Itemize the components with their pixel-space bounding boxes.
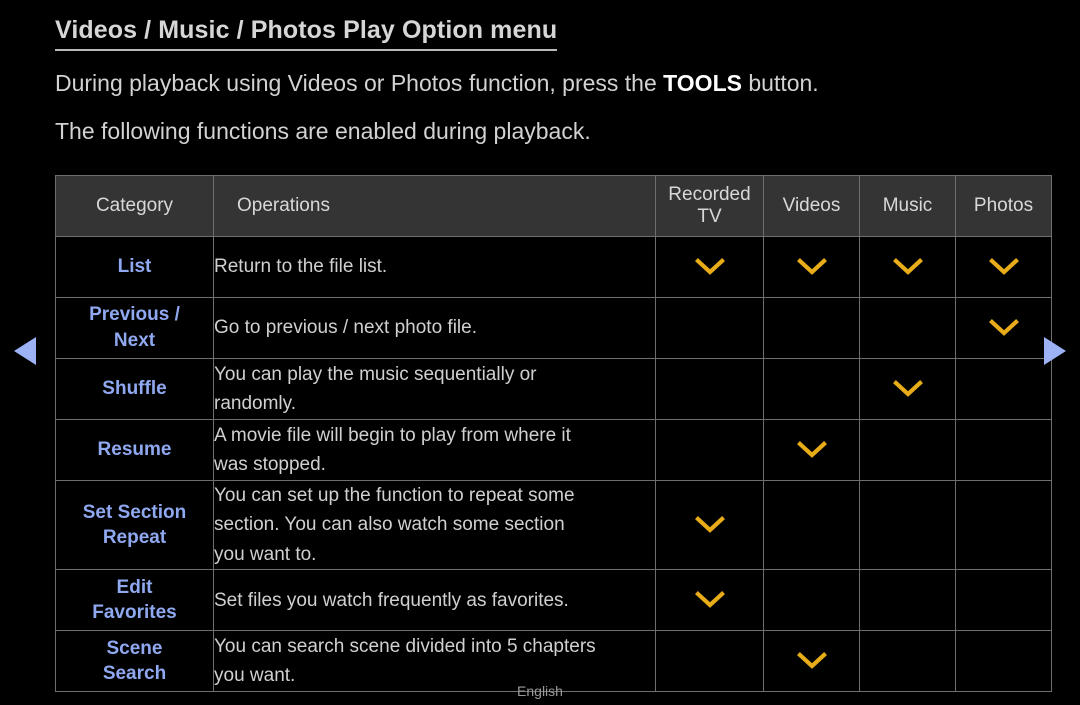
tools-button-keyword: TOOLS — [663, 70, 742, 96]
table-row: Set Section Repeat You can set up the func… — [55, 479, 1052, 571]
category-line: Previous / — [89, 304, 180, 326]
column-header-category: Category — [55, 175, 214, 237]
footer-language-label: English — [517, 683, 563, 699]
table-row: List Return to the file list. — [55, 236, 1052, 298]
operation-line: You can set up the function to repeat so… — [214, 485, 575, 506]
chevron-down-icon — [892, 379, 923, 398]
previous-page-arrow-icon[interactable] — [14, 337, 36, 365]
cell-videos — [763, 419, 860, 481]
cell-category: Resume — [55, 419, 214, 481]
category-line: List — [117, 256, 152, 278]
cell-photos — [955, 479, 1052, 571]
intro-paragraph-1: During playback using Videos or Photos f… — [55, 70, 819, 97]
next-page-arrow-icon[interactable] — [1044, 337, 1066, 365]
manual-page: Videos / Music / Photos Play Option menu… — [0, 0, 1080, 705]
cell-recorded-tv — [655, 236, 764, 298]
cell-music — [859, 358, 956, 420]
cell-operation: You can set up the function to repeat so… — [213, 479, 656, 571]
chevron-down-icon — [796, 652, 827, 670]
category-line: Set Section — [82, 501, 187, 523]
cell-photos — [955, 297, 1052, 359]
chevron-down-icon — [694, 591, 725, 609]
cell-recorded-tv — [655, 297, 764, 359]
chevron-down-icon — [988, 257, 1019, 276]
intro-paragraph-2: The following functions are enabled duri… — [55, 118, 591, 144]
column-header-operations: Operations — [213, 175, 656, 237]
table-header: Category Operations Recorded TV Videos M… — [55, 175, 1052, 237]
play-option-table-wrapper: Category Operations Recorded TV Videos M… — [55, 175, 1052, 693]
category-line: Search — [102, 663, 167, 685]
cell-operation: Set files you watch frequently as favori… — [213, 569, 656, 632]
cell-videos — [763, 479, 860, 571]
table-row: Shuffle You can play the music sequential… — [55, 358, 1052, 420]
operation-line: You can search scene divided into 5 chap… — [214, 635, 596, 657]
operation-line: Go to previous / next photo file. — [214, 317, 477, 339]
cell-category: Set Section Repeat — [55, 479, 214, 571]
play-option-table: Category Operations Recorded TV Videos M… — [55, 175, 1052, 693]
column-header-music: Music — [859, 175, 956, 237]
operation-line: section. You can also watch some section — [214, 514, 565, 536]
category-line: Edit — [116, 576, 153, 598]
cell-photos — [955, 569, 1052, 632]
cell-operation: Return to the file list. — [213, 236, 656, 298]
column-header-photos: Photos — [955, 175, 1052, 237]
operation-line: Return to the file list. — [214, 256, 388, 278]
column-header-recorded-tv: Recorded TV — [655, 175, 764, 237]
cell-videos — [763, 569, 860, 632]
chevron-down-icon — [892, 257, 923, 276]
chevron-down-icon — [694, 257, 725, 276]
cell-music — [859, 236, 956, 298]
cell-operation: You can play the music sequentially or ra… — [213, 358, 656, 420]
category-line: Favorites — [92, 602, 177, 624]
chevron-down-icon — [796, 440, 827, 459]
cell-recorded-tv — [655, 569, 764, 632]
cell-operation: Go to previous / next photo file. — [213, 297, 656, 359]
chevron-down-icon — [988, 318, 1019, 337]
table-body: List Return to the file list. Previous / Ne… — [55, 236, 1052, 693]
intro-text-before: During playback using Videos or Photos f… — [55, 70, 664, 96]
cell-photos — [955, 358, 1052, 420]
table-row: Edit Favorites Set files you watch frequen… — [55, 569, 1052, 632]
cell-music — [859, 419, 956, 481]
cell-photos — [955, 419, 1052, 481]
intro-text-after: button. — [741, 70, 819, 96]
operation-line: Set files you watch frequently as favori… — [214, 589, 569, 611]
cell-recorded-tv — [655, 358, 764, 420]
operation-line: randomly. — [214, 393, 297, 414]
cell-music — [859, 297, 956, 359]
cell-music — [859, 569, 956, 632]
table-row: Resume A movie file will begin to play fr… — [55, 419, 1052, 481]
cell-category: Edit Favorites — [55, 569, 214, 632]
table-row: Previous / Next Go to previous / next phot… — [55, 297, 1052, 359]
operation-line: was stopped. — [214, 454, 326, 475]
cell-videos — [763, 236, 860, 298]
category-line: Shuffle — [102, 378, 167, 400]
cell-category: Shuffle — [55, 358, 214, 420]
cell-videos — [763, 358, 860, 420]
cell-category: List — [55, 236, 214, 298]
cell-category: Previous / Next — [55, 297, 214, 359]
cell-photos — [955, 236, 1052, 298]
category-line: Repeat — [102, 527, 167, 549]
category-line: Scene — [106, 637, 163, 659]
cell-videos — [763, 297, 860, 359]
column-header-videos: Videos — [763, 175, 860, 237]
cell-recorded-tv — [655, 419, 764, 481]
cell-music — [859, 479, 956, 571]
operation-line: you want to. — [214, 543, 317, 565]
cell-recorded-tv — [655, 479, 764, 571]
category-line: Next — [113, 330, 156, 351]
chevron-down-icon — [796, 257, 827, 276]
chevron-down-icon — [694, 516, 725, 534]
table-header-row: Category Operations Recorded TV Videos M… — [55, 175, 1052, 237]
cell-operation: A movie file will begin to play from whe… — [213, 419, 656, 481]
operation-line: A movie file will begin to play from whe… — [214, 424, 571, 446]
category-line: Resume — [97, 439, 172, 461]
operation-line: You can play the music sequentially or — [214, 363, 537, 385]
page-title: Videos / Music / Photos Play Option menu — [55, 16, 558, 51]
